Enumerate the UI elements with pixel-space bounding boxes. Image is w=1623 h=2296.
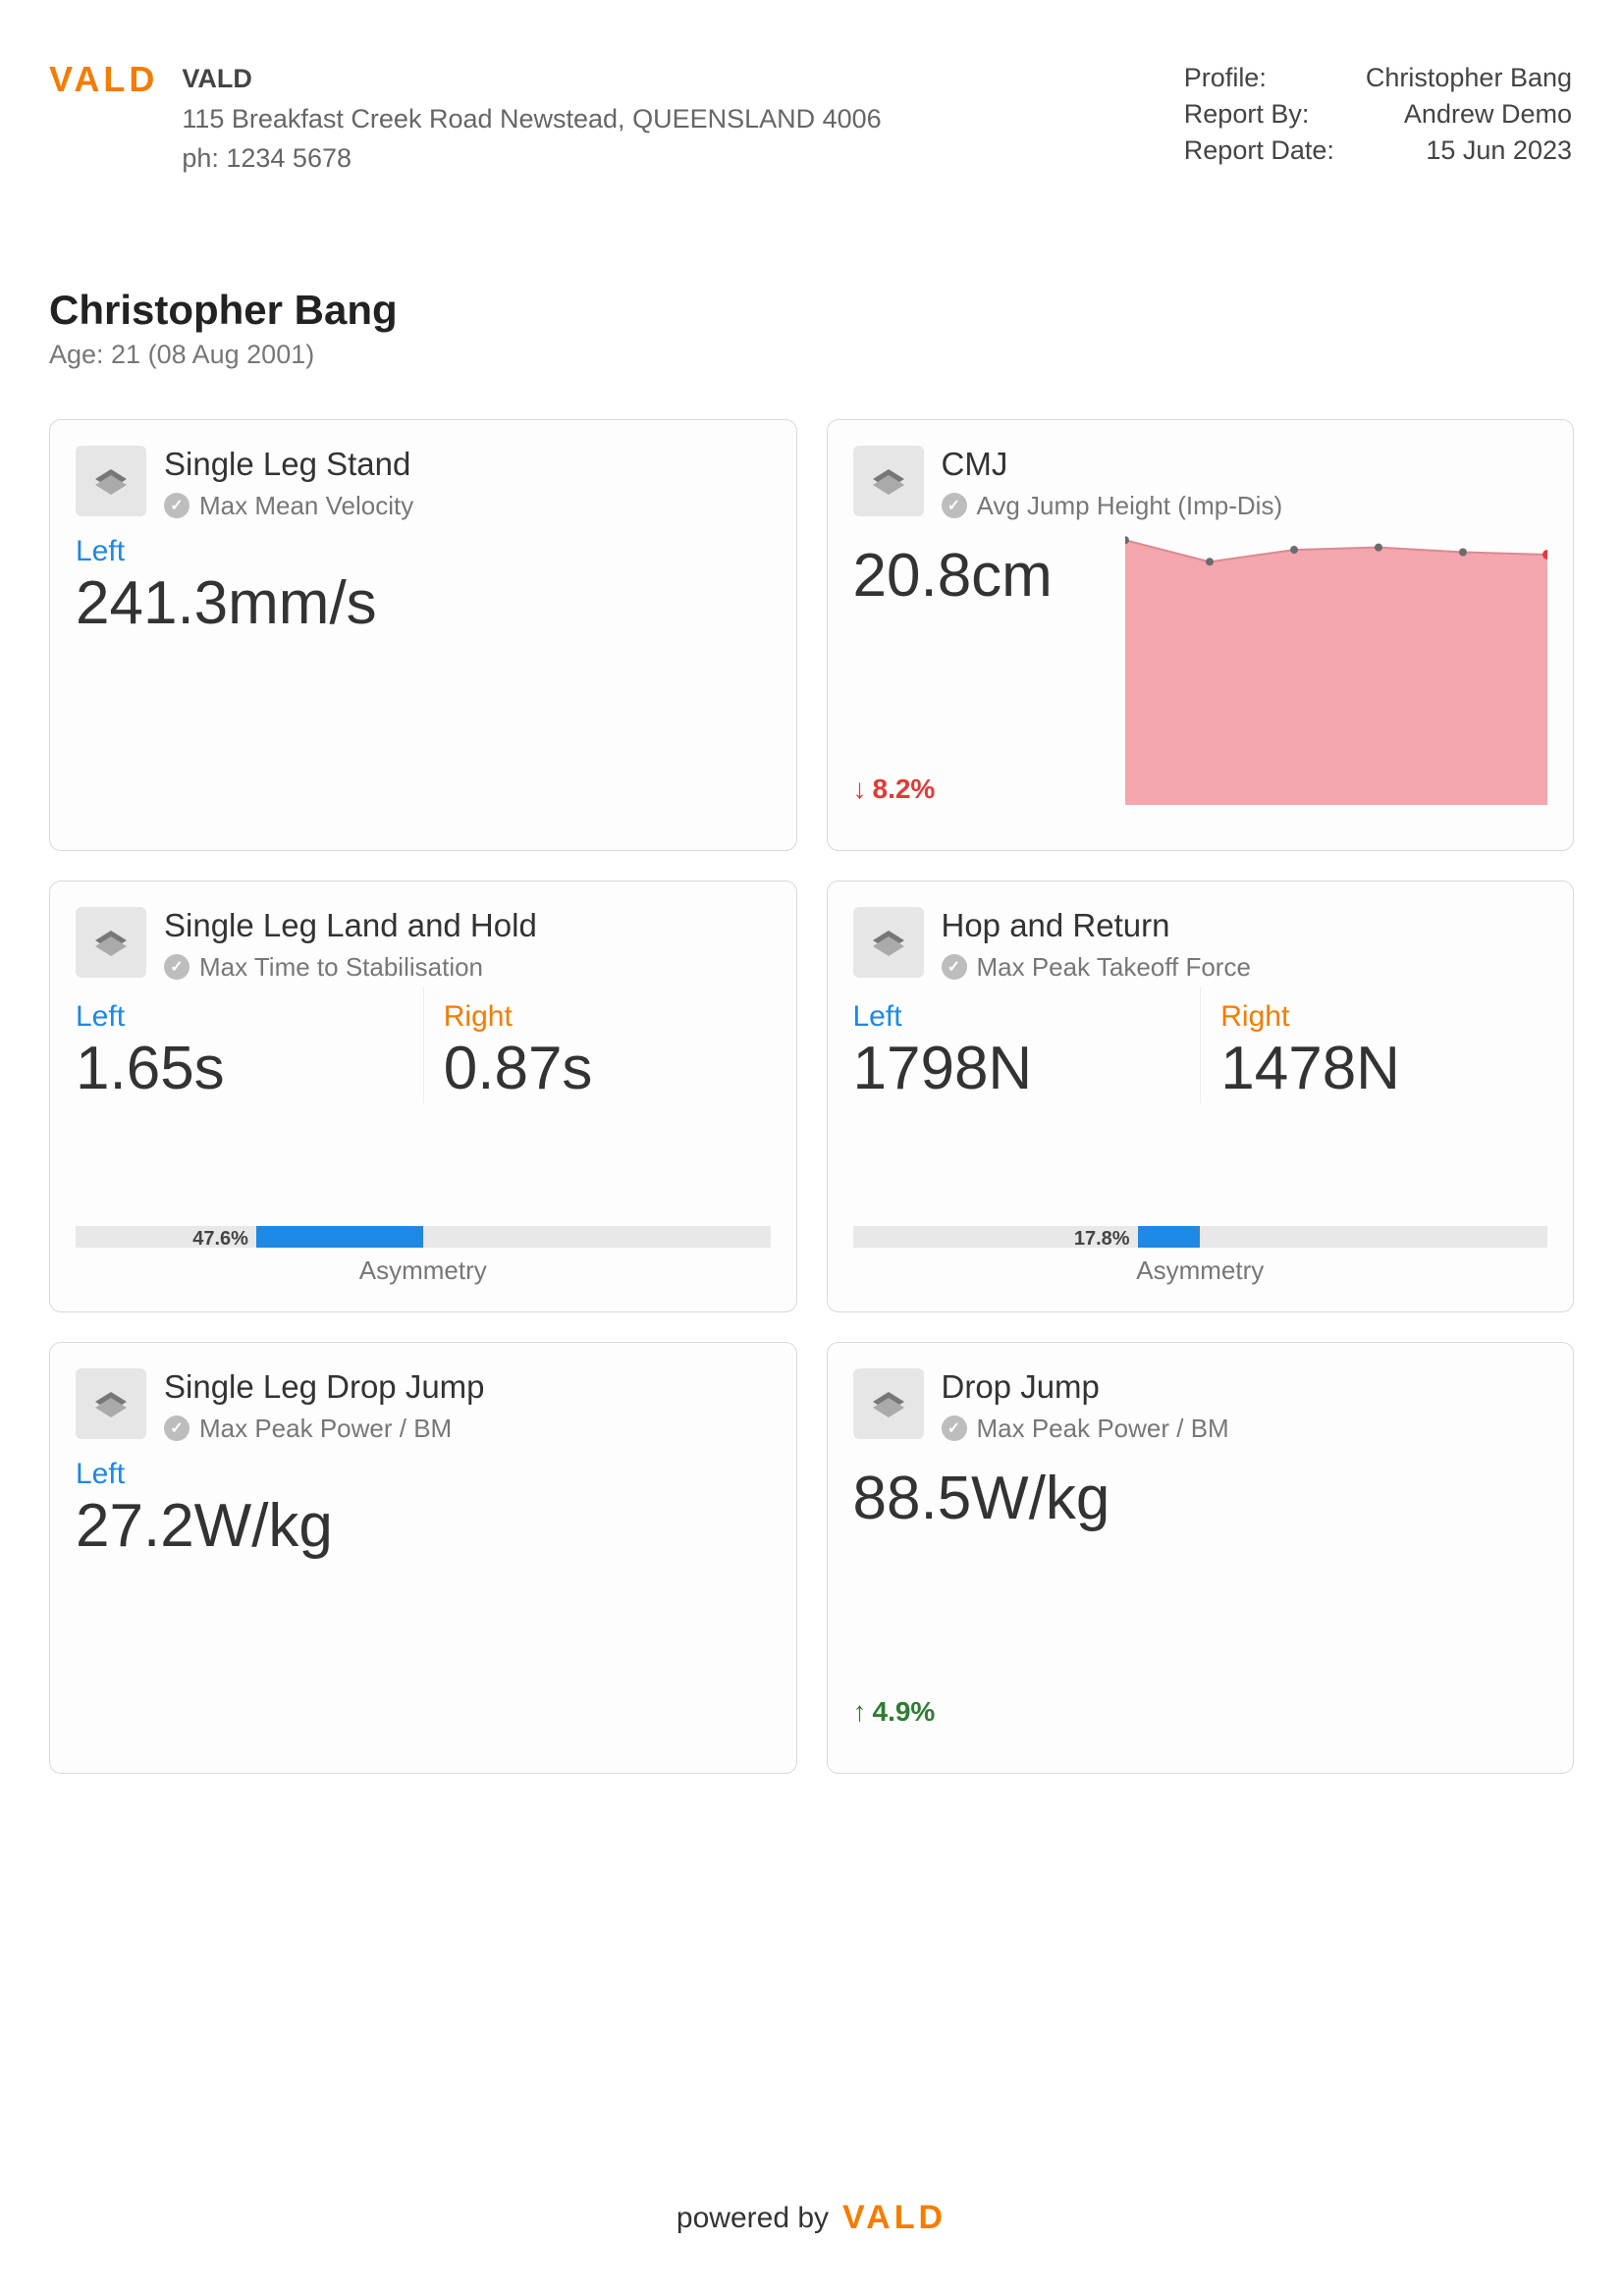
trend-text: 4.9%	[873, 1696, 936, 1728]
forceplate-icon	[76, 446, 146, 516]
asymmetry-fill	[1138, 1226, 1201, 1248]
trend-text: 8.2%	[873, 774, 936, 805]
right-value: 1478N	[1220, 1034, 1547, 1103]
asymmetry-block: 17.8% Asymmetry	[853, 1226, 1548, 1286]
footer-prefix: powered by	[676, 2202, 829, 2235]
vald-logo-footer: VALD	[842, 2199, 947, 2237]
asymmetry-pct: 17.8%	[1074, 1228, 1138, 1251]
card-title: Single Leg Stand	[164, 446, 771, 483]
asymmetry-bar: 17.8%	[853, 1226, 1548, 1248]
forceplate-icon	[853, 1368, 924, 1439]
card-drop-jump: Drop Jump ✓ Max Peak Power / BM 88.5W/kg…	[827, 1342, 1575, 1774]
left-label: Left	[76, 1000, 423, 1034]
org-phone: ph: 1234 5678	[182, 138, 881, 179]
metric-dot-icon: ✓	[942, 493, 967, 518]
metric-dot-icon: ✓	[164, 954, 189, 980]
left-value: 1798N	[853, 1034, 1201, 1103]
left-label: Left	[853, 1000, 1201, 1034]
card-title: Single Leg Drop Jump	[164, 1368, 771, 1406]
metric-dot-icon: ✓	[942, 954, 967, 980]
value: 88.5W/kg	[853, 1464, 1548, 1533]
card-single-leg-drop-jump: Single Leg Drop Jump ✓ Max Peak Power / …	[49, 1342, 797, 1774]
card-metric: Max Mean Velocity	[199, 491, 413, 521]
card-title: Hop and Return	[942, 907, 1548, 944]
card-metric: Avg Jump Height (Imp-Dis)	[977, 491, 1283, 521]
asymmetry-bar: 47.6%	[76, 1226, 771, 1248]
reportdate-value: 15 Jun 2023	[1366, 133, 1572, 168]
reportby-label: Report By:	[1184, 97, 1364, 132]
arrow-down-icon: ↓	[853, 774, 867, 805]
reportby-value: Andrew Demo	[1366, 97, 1572, 132]
card-hop-and-return: Hop and Return ✓ Max Peak Takeoff Force …	[827, 881, 1575, 1312]
card-metric: Max Peak Power / BM	[977, 1414, 1229, 1444]
left-value: 1.65s	[76, 1034, 423, 1103]
reportdate-label: Report Date:	[1184, 133, 1364, 168]
metric-dot-icon: ✓	[164, 493, 189, 518]
header-right: Profile: Christopher Bang Report By: And…	[1182, 59, 1574, 170]
report-header: VALD VALD 115 Breakfast Creek Road Newst…	[49, 59, 1574, 179]
card-cmj: CMJ ✓ Avg Jump Height (Imp-Dis) 20.8cm ↓…	[827, 419, 1575, 851]
left-value: 241.3mm/s	[76, 568, 771, 638]
org-name: VALD	[182, 59, 881, 99]
forceplate-icon	[76, 907, 146, 978]
subject-name: Christopher Bang	[49, 287, 1574, 334]
metric-dot-icon: ✓	[942, 1415, 967, 1441]
asymmetry-caption: Asymmetry	[76, 1255, 771, 1286]
asymmetry-block: 47.6% Asymmetry	[76, 1226, 771, 1286]
asymmetry-pct: 47.6%	[192, 1228, 256, 1251]
footer: powered by VALD	[0, 2199, 1623, 2237]
card-title: Single Leg Land and Hold	[164, 907, 771, 944]
profile-label: Profile:	[1184, 61, 1364, 95]
right-label: Right	[1220, 1000, 1547, 1034]
profile-value: Christopher Bang	[1366, 61, 1572, 95]
asymmetry-caption: Asymmetry	[853, 1255, 1548, 1286]
trend-up: ↑ 4.9%	[853, 1696, 936, 1728]
left-label: Left	[76, 535, 771, 568]
subject-age: Age: 21 (08 Aug 2001)	[49, 340, 1574, 370]
metric-dot-icon: ✓	[164, 1415, 189, 1441]
report-meta-table: Profile: Christopher Bang Report By: And…	[1182, 59, 1574, 170]
card-title: Drop Jump	[942, 1368, 1548, 1406]
trend-down: ↓ 8.2%	[853, 774, 936, 805]
vald-logo: VALD	[49, 59, 158, 100]
card-metric: Max Peak Takeoff Force	[977, 952, 1251, 983]
forceplate-icon	[853, 907, 924, 978]
card-single-leg-stand: Single Leg Stand ✓ Max Mean Velocity Lef…	[49, 419, 797, 851]
arrow-up-icon: ↑	[853, 1696, 867, 1728]
right-label: Right	[444, 1000, 771, 1034]
right-value: 0.87s	[444, 1034, 771, 1103]
subject-block: Christopher Bang Age: 21 (08 Aug 2001)	[49, 287, 1574, 370]
cards-grid: Single Leg Stand ✓ Max Mean Velocity Lef…	[49, 419, 1574, 1774]
card-title: CMJ	[942, 446, 1548, 483]
left-value: 27.2W/kg	[76, 1491, 771, 1561]
cmj-sparkline-chart	[1125, 528, 1547, 805]
card-single-leg-land-hold: Single Leg Land and Hold ✓ Max Time to S…	[49, 881, 797, 1312]
asymmetry-fill	[256, 1226, 423, 1248]
header-left: VALD VALD 115 Breakfast Creek Road Newst…	[49, 59, 882, 179]
card-metric: Max Peak Power / BM	[199, 1414, 452, 1444]
forceplate-icon	[853, 446, 924, 516]
forceplate-icon	[76, 1368, 146, 1439]
card-metric: Max Time to Stabilisation	[199, 952, 483, 983]
left-label: Left	[76, 1458, 771, 1491]
org-info: VALD 115 Breakfast Creek Road Newstead, …	[182, 59, 881, 179]
org-address: 115 Breakfast Creek Road Newstead, QUEEN…	[182, 99, 881, 139]
